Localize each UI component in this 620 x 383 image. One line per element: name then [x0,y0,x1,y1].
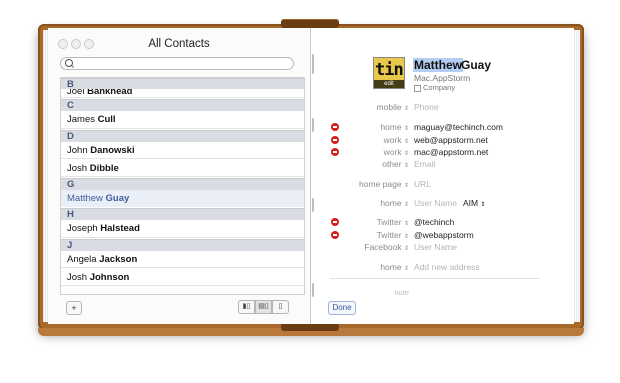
email-field[interactable]: maguay@techinch.com [414,122,503,132]
scroll-indicator [312,54,314,74]
email-field[interactable]: Email [414,159,435,169]
note-label: note [394,288,409,297]
im-username-field[interactable]: User Name [414,198,457,208]
list-item[interactable]: Joel Bankhead [61,89,304,98]
field-label[interactable]: work ⇕ [311,147,409,157]
field-label[interactable]: Twitter ⇕ [311,217,409,227]
facebook-field[interactable]: User Name [414,242,457,252]
list-item-selected[interactable]: Matthew Guay [61,190,304,207]
url-field[interactable]: URL [414,179,431,189]
section-header: D [61,130,304,142]
contacts-list[interactable]: B Joel Bankhead C James Cull D John Dano… [60,77,305,295]
section-header: B [61,78,304,90]
done-button[interactable]: Done [328,301,356,315]
field-label[interactable]: work ⇕ [311,135,409,145]
list-item[interactable]: James Cull [61,111,304,129]
twitter-field[interactable]: @webappstorm [414,230,474,240]
avatar-image-text: tin [375,60,404,80]
view-card-button[interactable]: ▯ [272,300,289,314]
bottom-toolbar: + ▮▯ ▤▯ ▯ [60,300,303,316]
field-label[interactable]: mobile ⇕ [311,102,409,112]
field-label[interactable]: home ⇕ [311,198,409,208]
company-checkbox[interactable]: Company [414,83,455,92]
field-label[interactable]: home page ⇕ [311,179,409,189]
list-item[interactable]: John Danowski [61,142,304,159]
company-checkbox-label: Company [423,83,456,92]
divider [330,278,540,279]
contact-card-page: tin edit Matthew Guay Mac.AppStorm Compa… [311,28,574,324]
first-name-field[interactable]: Matthew [413,58,463,72]
twitter-field[interactable]: @techinch [414,217,454,227]
list-item[interactable]: Josh Johnson [61,269,304,286]
phone-field[interactable]: Phone [414,102,439,112]
field-label[interactable]: Facebook ⇕ [311,242,409,252]
list-item[interactable]: Josh Dibble [61,160,304,177]
page-stack-right [574,30,580,322]
address-field[interactable]: Add new address [414,262,480,272]
email-field[interactable]: mac@appstorm.net [414,147,488,157]
add-contact-button[interactable]: + [66,301,82,315]
company-field[interactable]: Mac.AppStorm [414,73,470,83]
section-header: C [61,99,304,111]
last-name-field[interactable]: Guay [461,58,491,72]
checkbox-icon[interactable] [414,84,421,92]
search-icon [65,59,73,67]
avatar-edit-label[interactable]: edit [374,80,404,88]
im-service-select[interactable]: AIM ⇕ [463,198,486,208]
field-label[interactable]: other ⇕ [311,159,409,169]
contacts-list-page: All Contacts B Joel Bankhead C James Cul… [48,28,311,324]
window-title: All Contacts [148,38,210,50]
avatar[interactable]: tin edit [373,57,405,89]
section-header: J [61,239,304,251]
view-groups-button[interactable]: ▮▯ [238,300,255,314]
field-label[interactable]: home ⇕ [311,262,409,272]
list-item[interactable]: Angela Jackson [61,251,304,268]
email-field[interactable]: web@appstorm.net [414,135,488,145]
view-list-button[interactable]: ▤▯ [255,300,272,314]
section-header: H [61,208,304,220]
section-header: G [61,178,304,190]
search-input[interactable] [60,57,294,70]
list-item[interactable]: Joseph Halstead [61,220,304,238]
binding-clip-top [281,19,339,28]
field-label[interactable]: Twitter ⇕ [311,230,409,240]
field-label[interactable]: home ⇕ [311,122,409,132]
